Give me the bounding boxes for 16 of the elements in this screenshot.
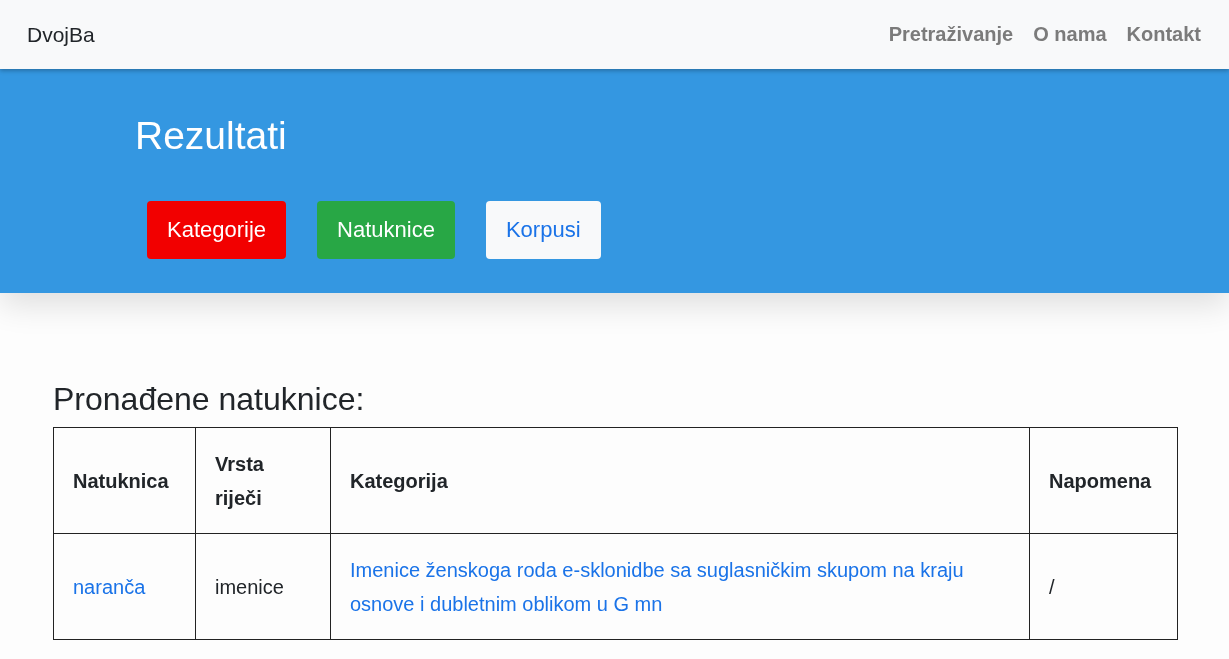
nav-link[interactable]: Kontakt xyxy=(1126,23,1201,46)
section-heading: Pronađene natuknice: xyxy=(53,380,366,419)
nav-button[interactable]: Natuknice xyxy=(317,201,455,259)
page-title: Rezultati xyxy=(135,113,288,159)
column-header: Kategorija xyxy=(330,427,1030,534)
nav-link[interactable]: Pretraživanje xyxy=(888,23,1014,46)
table-cell: / xyxy=(1029,533,1178,640)
nav-link[interactable]: O nama xyxy=(1033,23,1107,46)
column-header: Natuknica xyxy=(53,427,196,534)
nav-button[interactable]: Kategorije xyxy=(147,201,287,259)
nav-button[interactable]: Korpusi xyxy=(485,201,601,259)
table-link[interactable]: naranča xyxy=(73,569,146,604)
column-header: Vrsta riječi xyxy=(195,427,331,534)
column-header: Napomena xyxy=(1029,427,1178,534)
brand-link[interactable]: DvojBa xyxy=(27,22,95,47)
table-cell: imenice xyxy=(195,533,331,640)
